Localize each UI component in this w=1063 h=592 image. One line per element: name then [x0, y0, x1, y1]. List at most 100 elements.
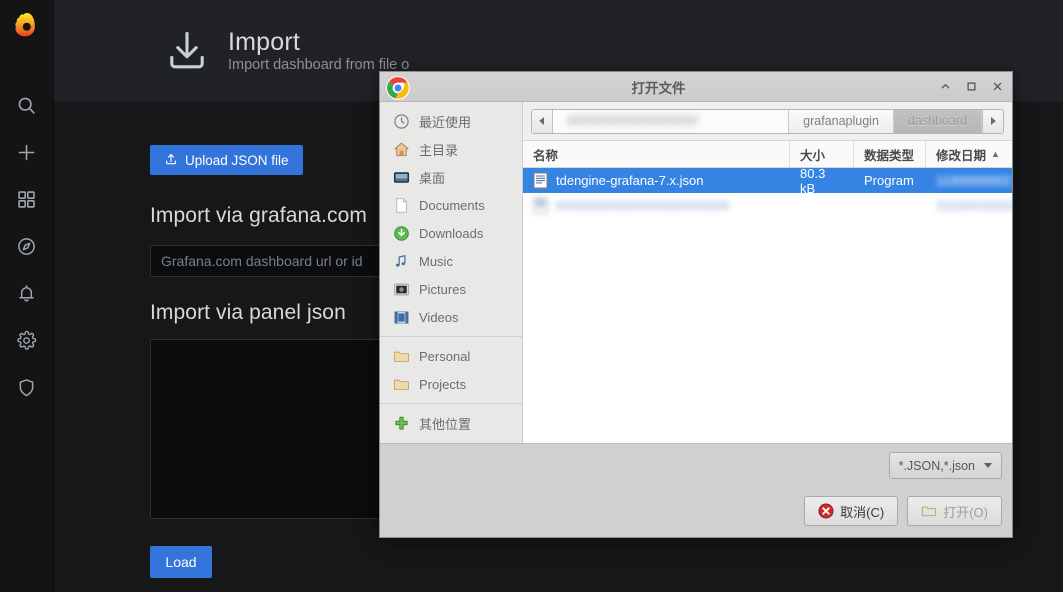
import-download-icon	[163, 27, 211, 75]
upload-icon	[164, 152, 178, 169]
column-header-type[interactable]: 数据类型	[854, 141, 926, 167]
place-item-documents[interactable]: Documents	[380, 191, 522, 219]
file-type-filter-select[interactable]: *.JSON,*.json	[889, 452, 1002, 479]
upload-json-file-button[interactable]: Upload JSON file	[150, 145, 303, 175]
breadcrumb-hidden-label: ////////////////////////////////////////…	[567, 114, 698, 128]
breadcrumb-dashboard[interactable]: dashboard	[894, 110, 982, 133]
minimize-button[interactable]	[937, 79, 953, 95]
file-size-cell: 80.3 kB	[790, 168, 854, 196]
sidebar-item-server-admin[interactable]	[0, 364, 54, 411]
picture-icon	[393, 281, 410, 298]
place-item-pictures[interactable]: Pictures	[380, 275, 522, 303]
file-name-cell: 000000000000000000000000	[523, 197, 790, 214]
sidebar-item-search[interactable]	[0, 82, 54, 129]
place-item-projects[interactable]: Projects	[380, 370, 522, 398]
heading-import-via-grafana-com: Import via grafana.com	[150, 204, 367, 228]
breadcrumb-grafanaplugin[interactable]: grafanaplugin	[789, 110, 894, 133]
open-button[interactable]: 打开(O)	[907, 496, 1002, 526]
path-scroll-left-button[interactable]	[532, 110, 553, 133]
place-label: Pictures	[419, 282, 466, 297]
place-label: Documents	[419, 198, 485, 213]
open-file-dialog: 打开文件	[379, 71, 1013, 538]
json-file-icon	[533, 197, 548, 214]
breadcrumb-hidden-path[interactable]: ////////////////////////////////////////…	[553, 110, 789, 133]
sidebar-item-configuration[interactable]	[0, 317, 54, 364]
place-item-personal[interactable]: Personal	[380, 342, 522, 370]
path-breadcrumb-bar: ////////////////////////////////////////…	[531, 109, 1004, 134]
column-label: 数据类型	[864, 145, 914, 164]
path-scroll-right-button[interactable]	[982, 110, 1003, 133]
cancel-button-label: 取消(C)	[840, 502, 884, 521]
sidebar-item-create[interactable]	[0, 129, 54, 176]
file-type-cell: Program	[854, 173, 926, 188]
place-item-downloads[interactable]: Downloads	[380, 219, 522, 247]
dialog-footer: *.JSON,*.json 取消(C) 打开(O)	[380, 443, 1012, 537]
column-header-modified-date[interactable]: 修改日期 ▲	[926, 141, 1012, 167]
open-button-label: 打开(O)	[943, 502, 988, 521]
file-name-label: 000000000000000000000000	[556, 198, 730, 213]
breadcrumb-label: grafanaplugin	[803, 114, 879, 128]
place-label: 最近使用	[419, 112, 471, 131]
place-item-other-locations[interactable]: 其他位置	[380, 409, 522, 437]
place-label: Personal	[419, 349, 470, 364]
plus-green-icon	[393, 415, 410, 432]
maximize-button[interactable]	[963, 79, 979, 95]
heading-import-via-panel-json: Import via panel json	[150, 301, 346, 325]
place-item-recent[interactable]: 最近使用	[380, 107, 522, 135]
dialog-title: 打开文件	[380, 77, 937, 97]
place-item-home[interactable]: 主目录	[380, 135, 522, 163]
file-name-cell: tdengine-grafana-7.x.json	[523, 172, 790, 189]
column-label: 名称	[533, 145, 558, 164]
load-button[interactable]: Load	[150, 546, 212, 578]
place-label: 其他位置	[419, 414, 471, 433]
home-icon	[393, 141, 410, 158]
dialog-main: 最近使用 主目录	[380, 102, 1012, 443]
place-item-videos[interactable]: Videos	[380, 303, 522, 331]
recent-clock-icon	[393, 113, 410, 130]
video-film-icon	[393, 309, 410, 326]
json-file-icon	[533, 172, 548, 189]
place-label: Music	[419, 254, 453, 269]
table-row[interactable]: 000000000000000000000000 222000333333333…	[523, 193, 1012, 218]
place-item-music[interactable]: Music	[380, 247, 522, 275]
place-label: Projects	[419, 377, 466, 392]
places-separator	[380, 336, 522, 337]
places-separator	[380, 403, 522, 404]
chrome-icon	[385, 75, 411, 101]
place-label: 桌面	[419, 168, 445, 187]
file-list[interactable]: tdengine-grafana-7.x.json 80.3 kB Progra…	[523, 168, 1012, 443]
dialog-titlebar[interactable]: 打开文件	[380, 72, 1012, 102]
file-name-label: tdengine-grafana-7.x.json	[556, 173, 703, 188]
folder-icon	[393, 348, 410, 365]
file-list-column-headers: 名称 大小 数据类型 修改日期 ▲	[523, 141, 1012, 168]
sidebar-item-alerting[interactable]	[0, 270, 54, 317]
cancel-button[interactable]: 取消(C)	[804, 496, 898, 526]
column-header-size[interactable]: 大小	[790, 141, 854, 167]
download-circle-icon	[393, 225, 410, 242]
breadcrumb-label: dashboard	[908, 114, 967, 128]
sidebar-item-explore[interactable]	[0, 223, 54, 270]
footer-buttons: 取消(C) 打开(O)	[804, 496, 1002, 526]
column-header-name[interactable]: 名称	[523, 141, 790, 167]
chevron-down-icon	[984, 463, 992, 468]
desktop-icon	[393, 169, 410, 186]
window-controls	[937, 79, 1005, 95]
page-header-text: Import Import dashboard from file o	[228, 28, 409, 74]
place-label: Videos	[419, 310, 459, 325]
folder-open-icon	[921, 503, 937, 519]
column-label: 修改日期	[936, 145, 986, 164]
sort-ascending-icon: ▲	[991, 149, 1000, 159]
page-title: Import	[228, 28, 409, 57]
close-button[interactable]	[989, 79, 1005, 95]
music-note-icon	[393, 253, 410, 270]
place-label: Downloads	[419, 226, 483, 241]
sidebar-nav	[0, 0, 54, 592]
pathbar-wrap: ////////////////////////////////////////…	[523, 102, 1012, 141]
upload-json-file-label: Upload JSON file	[185, 153, 289, 168]
grafana-logo-icon[interactable]	[10, 10, 44, 44]
sidebar-item-dashboards[interactable]	[0, 176, 54, 223]
folder-icon	[393, 376, 410, 393]
place-item-desktop[interactable]: 桌面	[380, 163, 522, 191]
table-row[interactable]: tdengine-grafana-7.x.json 80.3 kB Progra…	[523, 168, 1012, 193]
place-label: 主目录	[419, 140, 458, 159]
